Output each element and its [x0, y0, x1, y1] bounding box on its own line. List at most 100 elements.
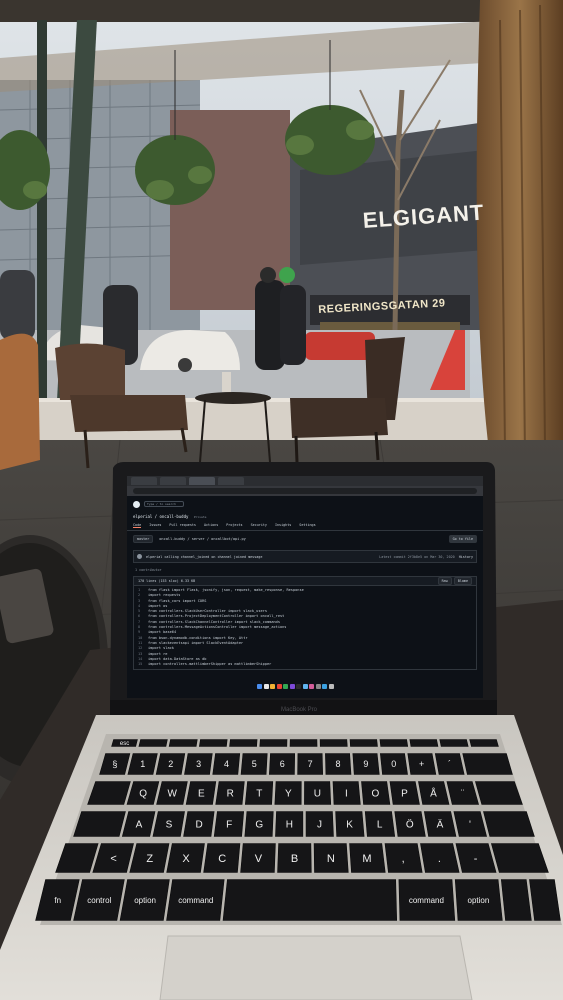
arrow-right-key[interactable] — [529, 879, 561, 921]
number-key[interactable]: + — [407, 753, 437, 775]
keyboard-keys: esc § 1 2 3 4 5 6 7 8 9 0 + ´ Q W E R T Y U I O P Å ¨ A S D F G H J K L Ö Ä '… — [35, 739, 561, 921]
svg-text:-: - — [474, 853, 478, 865]
letter-key[interactable]: W — [156, 781, 188, 805]
svg-text:¨: ¨ — [461, 789, 464, 800]
letter-key[interactable]: S — [152, 811, 185, 837]
function-key[interactable] — [259, 739, 288, 747]
letter-key[interactable]: G — [244, 811, 274, 837]
letter-key[interactable]: H — [275, 811, 304, 837]
return-key-lower[interactable] — [483, 811, 535, 837]
letter-key[interactable]: L — [364, 811, 396, 837]
svg-text:9: 9 — [363, 759, 368, 769]
letter-key[interactable]: I — [332, 781, 361, 805]
letter-key[interactable]: ' — [453, 811, 487, 837]
svg-text:3: 3 — [196, 759, 201, 769]
option-key-right[interactable]: option — [454, 879, 503, 921]
letter-key[interactable]: Ä — [423, 811, 457, 837]
svg-text:.: . — [438, 853, 441, 865]
letter-key[interactable]: D — [183, 811, 215, 837]
svg-text:J: J — [317, 820, 322, 831]
letter-key[interactable]: U — [304, 781, 332, 805]
letter-key[interactable]: R — [215, 781, 245, 805]
svg-text:esc: esc — [120, 741, 129, 747]
space-bar[interactable] — [222, 879, 398, 921]
number-key[interactable]: 2 — [155, 753, 186, 775]
left-shift-key[interactable] — [55, 843, 99, 873]
letter-key[interactable]: . — [420, 843, 460, 873]
letter-key[interactable]: Y — [274, 781, 302, 805]
backspace-key[interactable] — [462, 753, 513, 775]
function-key[interactable] — [319, 739, 348, 747]
function-key[interactable] — [409, 739, 439, 747]
svg-text:X: X — [182, 853, 190, 865]
function-key[interactable] — [198, 739, 228, 747]
letter-key[interactable]: P — [389, 781, 420, 805]
number-key[interactable]: 6 — [269, 753, 296, 775]
right-shift-key[interactable] — [490, 843, 549, 873]
number-key[interactable]: 7 — [297, 753, 324, 775]
letter-key[interactable]: A — [121, 811, 156, 837]
svg-text:B: B — [291, 853, 298, 865]
option-key[interactable]: option — [119, 879, 170, 921]
number-key[interactable]: 3 — [184, 753, 213, 775]
fn-key[interactable]: fn — [35, 879, 80, 921]
number-key[interactable]: 8 — [325, 753, 352, 775]
number-key[interactable]: § — [99, 753, 131, 775]
letter-key[interactable]: Å — [418, 781, 450, 805]
svg-text:0: 0 — [391, 759, 396, 769]
letter-key[interactable]: O — [361, 781, 391, 805]
letter-key[interactable]: J — [305, 811, 334, 837]
number-key[interactable]: 0 — [379, 753, 408, 775]
letter-key[interactable]: < — [92, 843, 134, 873]
svg-text:N: N — [327, 853, 335, 865]
svg-text:option: option — [468, 896, 490, 905]
svg-text:T: T — [256, 789, 262, 800]
function-key[interactable] — [289, 739, 318, 747]
number-key[interactable]: 9 — [352, 753, 380, 775]
letter-key[interactable]: ¨ — [446, 781, 479, 805]
esc-key[interactable]: esc — [111, 739, 138, 748]
function-key[interactable] — [379, 739, 409, 747]
letter-key[interactable]: Ö — [394, 811, 426, 837]
letter-key[interactable]: F — [213, 811, 245, 837]
number-key[interactable]: 1 — [127, 753, 158, 775]
command-key[interactable]: command — [166, 879, 225, 921]
svg-text:8: 8 — [335, 759, 340, 769]
caps-lock-key[interactable] — [73, 811, 126, 837]
letter-key[interactable]: T — [244, 781, 274, 805]
number-key[interactable]: ´ — [434, 753, 465, 775]
function-key[interactable] — [138, 739, 168, 747]
svg-text:W: W — [167, 789, 177, 800]
svg-text:C: C — [218, 853, 226, 865]
letter-key[interactable]: , — [384, 843, 423, 873]
svg-text:R: R — [227, 789, 234, 800]
svg-text:H: H — [286, 820, 293, 831]
svg-text:Y: Y — [285, 789, 292, 800]
function-key[interactable] — [439, 739, 469, 747]
letter-key[interactable]: V — [240, 843, 276, 873]
function-key[interactable] — [349, 739, 378, 747]
return-key[interactable] — [475, 781, 523, 805]
function-key[interactable] — [168, 739, 198, 747]
number-key[interactable]: 5 — [240, 753, 268, 775]
letter-key[interactable]: B — [277, 843, 312, 873]
function-key[interactable] — [229, 739, 258, 747]
tab-key[interactable] — [87, 781, 131, 805]
svg-text:<: < — [110, 853, 116, 865]
letter-key[interactable]: Z — [129, 843, 170, 873]
letter-key[interactable]: Q — [126, 781, 160, 805]
letter-key[interactable]: N — [313, 843, 349, 873]
letter-key[interactable]: E — [185, 781, 217, 805]
letter-key[interactable]: X — [166, 843, 205, 873]
number-key[interactable]: 4 — [212, 753, 241, 775]
command-key-right[interactable]: command — [398, 879, 456, 921]
svg-text:E: E — [198, 789, 205, 800]
letter-key[interactable]: C — [203, 843, 241, 873]
control-key[interactable]: control — [73, 879, 125, 921]
function-key[interactable] — [469, 739, 499, 747]
letter-key[interactable]: K — [335, 811, 365, 837]
letter-key[interactable]: - — [455, 843, 497, 873]
letter-key[interactable]: M — [349, 843, 386, 873]
svg-text:L: L — [377, 820, 383, 831]
arrow-left-key[interactable] — [500, 879, 532, 921]
